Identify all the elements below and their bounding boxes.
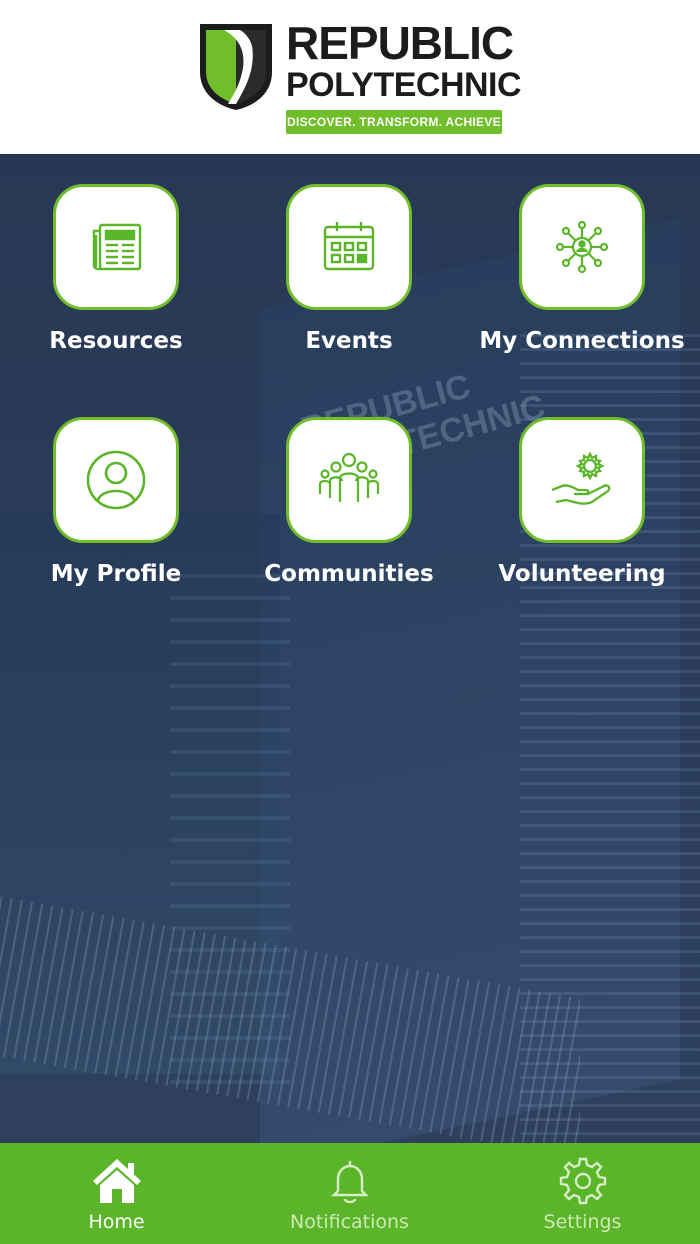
gear-icon [559, 1157, 606, 1205]
my-profile-button[interactable] [53, 417, 179, 543]
network-icon [555, 220, 609, 274]
nav-home[interactable]: Home [0, 1143, 233, 1244]
home-icon [92, 1159, 141, 1203]
communities-button[interactable] [286, 417, 412, 543]
tile-volunteering[interactable]: Volunteering [466, 417, 698, 587]
tile-label: Events [305, 328, 393, 354]
bell-icon [330, 1161, 369, 1204]
republic-polytechnic-logo: REPUBLIC POLYTECHNIC DISCOVER. TRANSFORM… [196, 16, 522, 140]
tile-resources[interactable]: Resources [0, 184, 232, 354]
shield-logo-icon [200, 24, 272, 110]
nav-notifications[interactable]: Notifications [233, 1143, 466, 1244]
newspaper-icon [92, 223, 142, 271]
nav-settings-label: Settings [543, 1211, 622, 1233]
nav-home-label: Home [88, 1211, 145, 1233]
nav-notifications-label: Notifications [290, 1211, 409, 1233]
tile-communities[interactable]: Communities [233, 417, 465, 587]
events-button[interactable] [286, 184, 412, 310]
tile-label: Volunteering [498, 561, 666, 587]
my-connections-button[interactable] [519, 184, 645, 310]
calendar-icon [323, 222, 375, 271]
brand-name-line1: REPUBLIC [286, 17, 514, 69]
tagline-banner: DISCOVER. TRANSFORM. ACHIEVE [286, 110, 502, 134]
hand-gear-icon [551, 451, 611, 505]
bottom-navigation: Home Notifications Settings [0, 1143, 700, 1244]
brand-name-line2: POLYTECHNIC [286, 66, 522, 104]
tagline-text: DISCOVER. TRANSFORM. ACHIEVE [287, 115, 501, 129]
tile-my-profile[interactable]: My Profile [0, 417, 232, 587]
tile-label: My Profile [50, 561, 182, 587]
resources-button[interactable] [53, 184, 179, 310]
tile-label: Communities [264, 561, 434, 587]
home-dashboard: REPUBLIC POLYTECHNIC Resources Events My… [0, 154, 700, 1143]
tile-my-connections[interactable]: My Connections [466, 184, 698, 354]
tile-label: My Connections [479, 328, 685, 354]
tile-events[interactable]: Events [233, 184, 465, 354]
nav-settings[interactable]: Settings [466, 1143, 699, 1244]
app-header: REPUBLIC POLYTECHNIC DISCOVER. TRANSFORM… [0, 0, 700, 154]
user-circle-icon [86, 450, 146, 510]
group-icon [318, 452, 380, 502]
tile-label: Resources [49, 328, 183, 354]
volunteering-button[interactable] [519, 417, 645, 543]
